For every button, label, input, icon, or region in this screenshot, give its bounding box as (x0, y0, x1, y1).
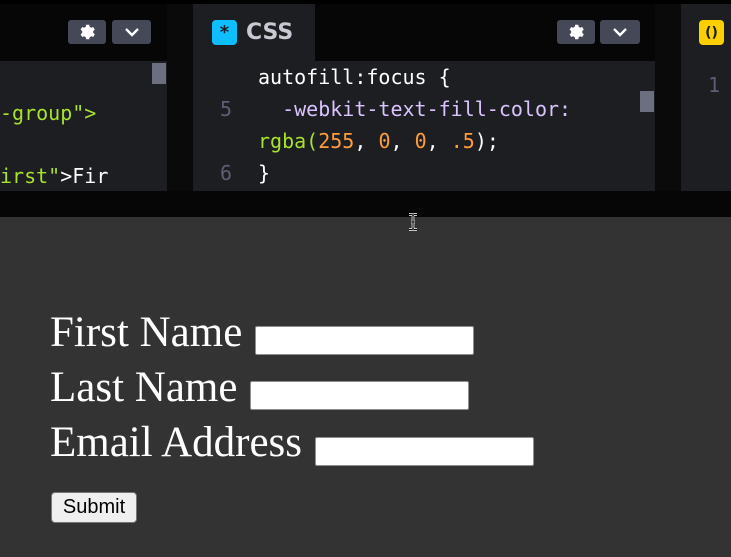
first-name-input[interactable] (255, 326, 475, 355)
chevron-down-icon (124, 28, 139, 37)
code-token: .5 (450, 129, 475, 153)
chevron-down-icon (613, 28, 627, 37)
html-pane-header (0, 4, 167, 61)
editor-strip: -group"> irst">Fir * CSS autofill:focus … (0, 0, 731, 217)
code-token: >Fir (60, 164, 109, 188)
line-number: 6 (220, 161, 233, 185)
code-token: , (426, 129, 451, 153)
css-editor-pane: * CSS autofill:focus { 5 -webkit-text-fi… (193, 4, 655, 191)
css-badge-icon: * (212, 20, 237, 45)
tab-css-label: CSS (246, 20, 294, 45)
code-token: 0 (414, 129, 427, 153)
html-settings-button[interactable] (68, 20, 106, 44)
html-code-area[interactable]: -group"> irst">Fir (0, 61, 167, 191)
code-token: irst" (0, 164, 61, 188)
code-token: , (354, 129, 379, 153)
html-collapse-button[interactable] (112, 20, 151, 44)
preview-pane: First Name Last Name Email Address Submi… (0, 217, 731, 557)
code-token: ); (474, 129, 499, 153)
code-token: autofill:focus { (258, 65, 451, 89)
code-token: -group"> (0, 101, 97, 125)
html-scrollbar-thumb[interactable] (152, 63, 166, 84)
css-pane-header: * CSS (193, 4, 655, 61)
gear-icon (569, 24, 584, 40)
pane-divider[interactable] (167, 4, 193, 191)
pane-divider[interactable] (655, 4, 681, 191)
code-token: 0 (378, 129, 391, 153)
code-token: -webkit-text-fill-color: (258, 97, 572, 121)
css-collapse-button[interactable] (600, 20, 640, 44)
text-cursor-icon (409, 213, 417, 231)
last-name-row: Last Name (50, 364, 470, 411)
code-token: , (390, 129, 415, 153)
code-token: rgba( (258, 129, 319, 153)
js-badge-icon: () (699, 20, 724, 45)
code-token: 255 (318, 129, 355, 153)
email-row: Email Address (50, 419, 534, 466)
js-pane-header: () (681, 4, 731, 61)
js-code-area[interactable]: 1 (681, 61, 731, 191)
css-settings-button[interactable] (557, 20, 595, 44)
line-number: 1 (708, 73, 721, 97)
code-line: -webkit-text-fill-color: (258, 93, 571, 125)
css-scrollbar-thumb[interactable] (640, 91, 654, 112)
last-name-input[interactable] (250, 381, 470, 410)
js-editor-pane: () 1 (681, 4, 731, 191)
tab-js[interactable]: () (681, 4, 731, 61)
css-code-area[interactable]: autofill:focus { 5 -webkit-text-fill-col… (193, 61, 655, 191)
first-name-label: First Name (50, 309, 243, 356)
code-line: autofill:focus { (258, 61, 451, 93)
first-name-row: First Name (50, 309, 475, 356)
last-name-label: Last Name (50, 364, 238, 411)
submit-button[interactable]: Submit (51, 492, 137, 523)
gear-icon (80, 24, 95, 40)
code-line: irst">Fir (0, 160, 108, 191)
code-line: } (258, 157, 270, 189)
code-line: rgba(255, 0, 0, .5); (258, 125, 499, 157)
email-input[interactable] (315, 437, 534, 466)
code-line: -group"> (0, 97, 96, 129)
line-number: 5 (220, 97, 233, 121)
html-editor-pane: -group"> irst">Fir (0, 4, 167, 191)
code-token: } (258, 161, 271, 185)
tab-css[interactable]: * CSS (193, 4, 316, 61)
email-label: Email Address (50, 419, 302, 466)
